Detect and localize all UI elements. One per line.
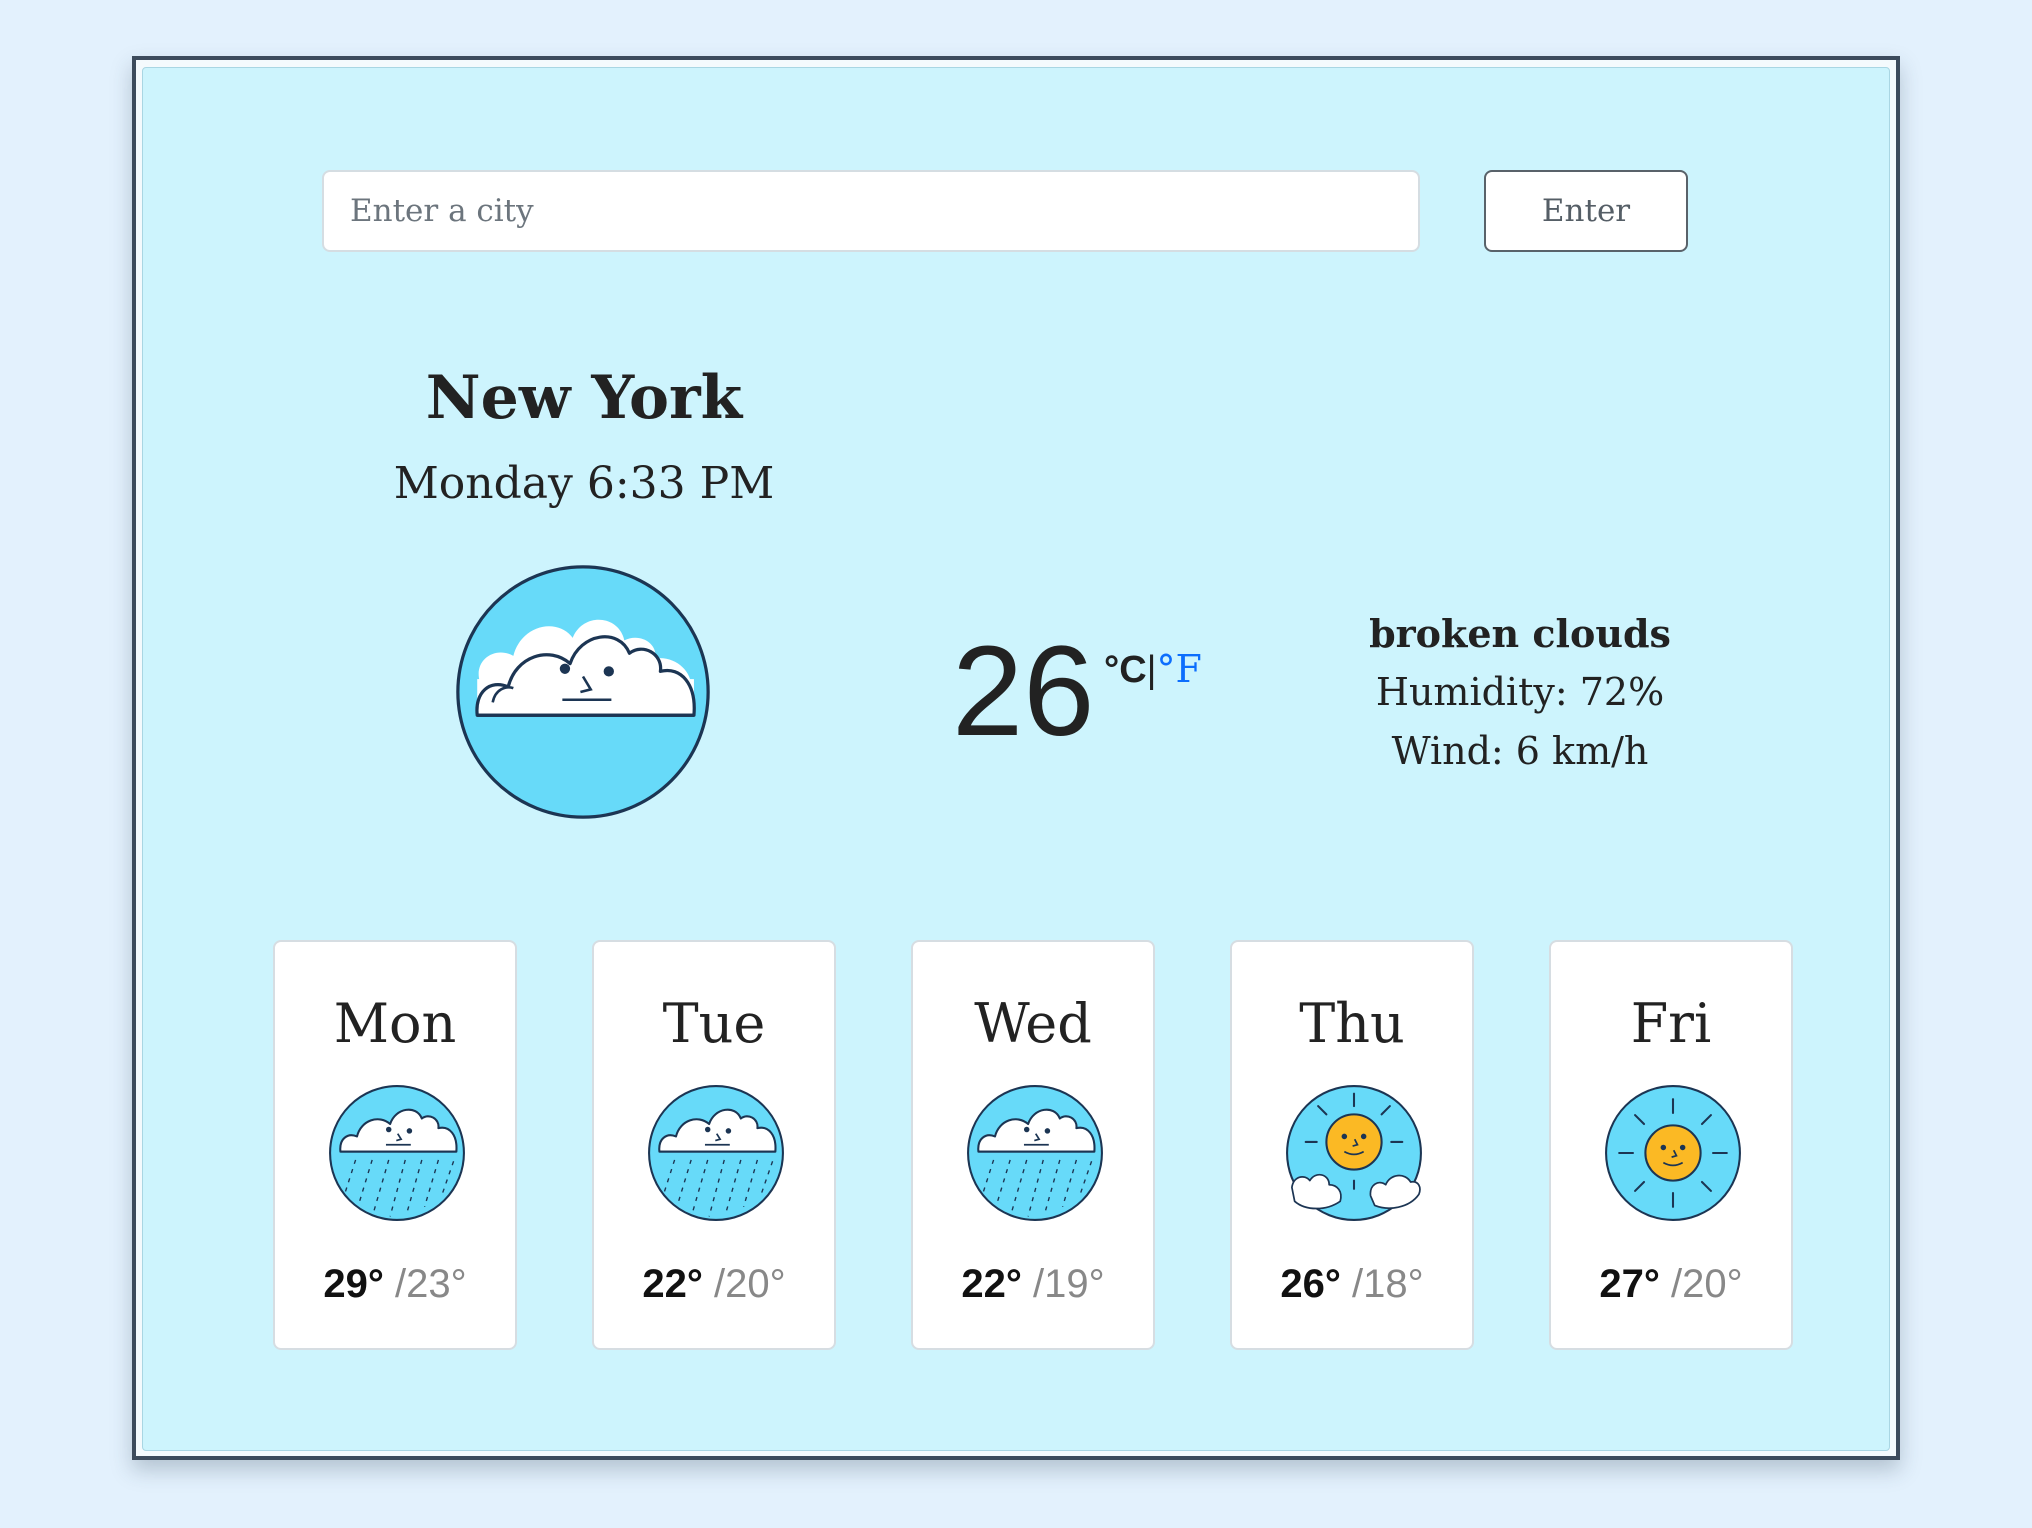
cloud-icon: [454, 563, 712, 821]
city-name: New York: [425, 363, 743, 433]
wind-text: Wind: 6 km/h: [1391, 729, 1649, 773]
weather-description: broken clouds: [1369, 611, 1671, 656]
forecast-temps: 22° /20°: [594, 1260, 834, 1308]
forecast-high: 26°: [1280, 1262, 1341, 1306]
forecast-low: /20°: [702, 1262, 786, 1306]
fahrenheit-link[interactable]: °F: [1157, 647, 1202, 691]
forecast-card: Thu 26° /18°: [1230, 940, 1474, 1350]
forecast-temps: 29° /23°: [275, 1260, 515, 1308]
forecast-day: Thu: [1299, 992, 1405, 1055]
forecast-temps: 27° /20°: [1551, 1260, 1791, 1308]
forecast-high: 22°: [642, 1262, 703, 1306]
forecast-day: Fri: [1630, 992, 1712, 1055]
forecast-high: 22°: [961, 1262, 1022, 1306]
rain-cloud-icon: [328, 1084, 466, 1222]
sun-cloud-icon: [1285, 1084, 1423, 1222]
forecast-high: 27°: [1599, 1262, 1660, 1306]
forecast-high: 29°: [323, 1262, 384, 1306]
forecast-temps: 26° /18°: [1232, 1260, 1472, 1308]
sun-icon: [1604, 1084, 1742, 1222]
forecast-temps: 22° /19°: [913, 1260, 1153, 1308]
unit-toggle: °C|°F: [1104, 650, 1202, 689]
forecast-day: Tue: [662, 992, 766, 1055]
forecast-low: /19°: [1021, 1262, 1105, 1306]
forecast-day: Wed: [974, 992, 1092, 1055]
city-search-input[interactable]: [322, 170, 1420, 252]
rain-cloud-icon: [647, 1084, 785, 1222]
forecast-card: Fri 27° /20°: [1549, 940, 1793, 1350]
celsius-unit: °C: [1104, 649, 1147, 691]
unit-separator: |: [1146, 649, 1157, 691]
rain-cloud-icon: [966, 1084, 1104, 1222]
current-temperature: 26: [952, 620, 1095, 763]
enter-button[interactable]: Enter: [1484, 170, 1688, 252]
forecast-card: Mon 29° /23°: [273, 940, 517, 1350]
current-date-time: Monday 6:33 PM: [393, 458, 775, 509]
humidity-text: Humidity: 72%: [1375, 670, 1665, 714]
forecast-low: /20°: [1659, 1262, 1743, 1306]
forecast-card: Tue 22° /20°: [592, 940, 836, 1350]
forecast-day: Mon: [333, 992, 457, 1055]
weather-details: broken clouds Humidity: 72% Wind: 6 km/h: [1360, 604, 1680, 781]
forecast-low: /18°: [1340, 1262, 1424, 1306]
forecast-low: /23°: [383, 1262, 467, 1306]
forecast-card: Wed 22° /19°: [911, 940, 1155, 1350]
